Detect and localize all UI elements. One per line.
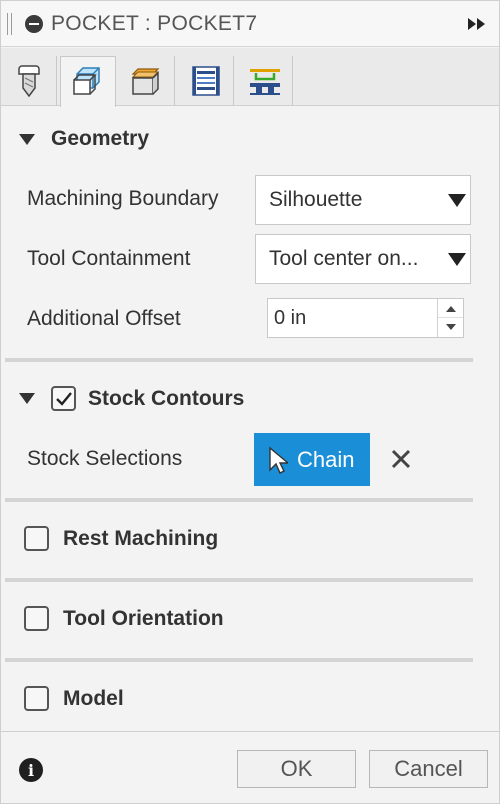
cursor-arrow-icon: [269, 446, 288, 474]
rest-machining-checkbox[interactable]: [24, 526, 49, 551]
rest-machining-row[interactable]: Rest Machining: [24, 526, 218, 551]
tab-linking[interactable]: [237, 56, 293, 106]
checkmark-icon: [55, 391, 72, 406]
heights-icon: [131, 68, 159, 95]
tool-containment-select[interactable]: Tool center on...: [255, 234, 471, 284]
expand-icon[interactable]: [467, 16, 487, 32]
tool-orientation-row[interactable]: Tool Orientation: [24, 606, 224, 631]
tab-bar: [1, 48, 499, 107]
stock-selections-label: Stock Selections: [27, 447, 183, 470]
tab-heights[interactable]: [119, 56, 175, 106]
divider: [5, 498, 473, 502]
stock-contours-checkbox[interactable]: [51, 386, 76, 411]
linking-icon: [249, 69, 280, 95]
additional-offset-value: 0 in: [274, 306, 307, 329]
rest-machining-label: Rest Machining: [63, 526, 219, 550]
geometry-header-label: Geometry: [51, 127, 150, 150]
drag-handle-icon[interactable]: [7, 13, 12, 35]
clear-selection-icon[interactable]: [388, 446, 414, 472]
divider: [5, 578, 473, 582]
machining-boundary-label: Machining Boundary: [27, 187, 219, 210]
tab-geometry[interactable]: [60, 56, 116, 107]
divider: [5, 358, 473, 362]
chevron-down-icon: [448, 253, 466, 266]
tab-tool[interactable]: [1, 56, 57, 106]
tool-orientation-checkbox[interactable]: [24, 606, 49, 631]
ok-button[interactable]: OK: [237, 750, 356, 788]
chain-label: Chain: [297, 446, 355, 472]
passes-icon: [191, 66, 220, 96]
stock-contours-section-header[interactable]: Stock Contours: [19, 386, 244, 411]
title-bar[interactable]: POCKET : POCKET7: [1, 1, 499, 47]
spinner: [437, 299, 463, 337]
additional-offset-label: Additional Offset: [27, 307, 181, 330]
additional-offset-input[interactable]: 0 in: [267, 298, 464, 338]
geometry-icon: [73, 67, 100, 95]
machining-boundary-value: Silhouette: [269, 188, 363, 211]
dialog-title: POCKET : POCKET7: [51, 12, 258, 35]
machining-boundary-select[interactable]: Silhouette: [255, 175, 471, 225]
tool-icon: [17, 65, 40, 98]
geometry-section-header[interactable]: Geometry: [19, 127, 149, 151]
tab-passes[interactable]: [178, 56, 234, 106]
stock-contours-header-label: Stock Contours: [88, 386, 245, 410]
spin-down-button[interactable]: [438, 318, 463, 337]
tool-orientation-label: Tool Orientation: [63, 606, 224, 630]
expand-triangle-icon[interactable]: [19, 393, 35, 404]
model-label: Model: [63, 686, 124, 710]
info-icon[interactable]: i: [19, 758, 43, 782]
expand-triangle-icon[interactable]: [19, 133, 35, 145]
model-checkbox[interactable]: [24, 686, 49, 711]
chain-select-button[interactable]: Chain: [254, 433, 370, 486]
cancel-button[interactable]: Cancel: [369, 750, 488, 788]
tool-containment-label: Tool Containment: [27, 247, 191, 270]
tool-containment-value: Tool center on...: [269, 247, 419, 270]
pocket-dialog: POCKET : POCKET7 Geometry Machining Boun…: [0, 0, 500, 804]
divider: [5, 658, 473, 662]
collapse-dialog-icon[interactable]: [25, 15, 43, 33]
dialog-footer: i OK Cancel: [1, 731, 499, 803]
model-row[interactable]: Model: [24, 686, 124, 711]
spin-up-button[interactable]: [438, 299, 463, 318]
chevron-down-icon: [448, 194, 466, 207]
